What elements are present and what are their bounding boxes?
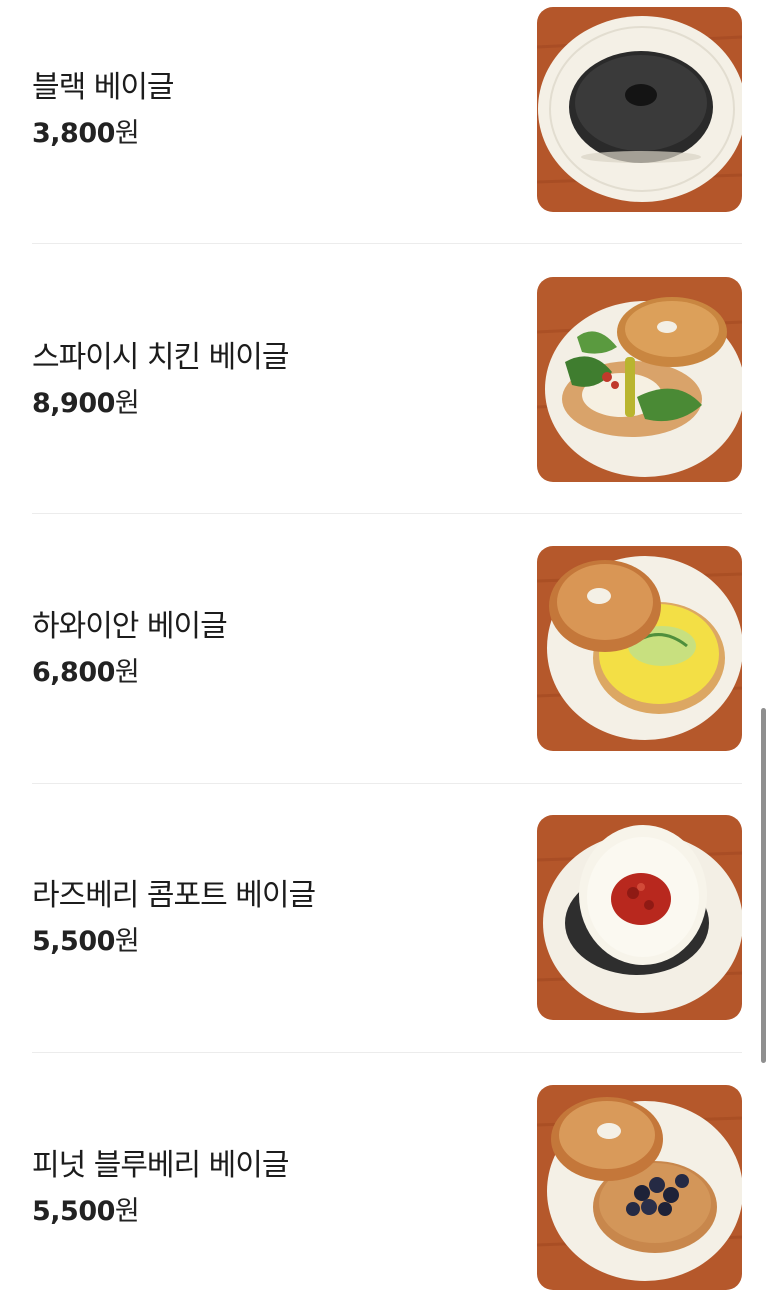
menu-item-name: 블랙 베이글 xyxy=(32,70,175,105)
price-value: 5,500 xyxy=(32,1196,115,1227)
peanut-blueberry-bagel-image xyxy=(537,1085,742,1290)
scrollbar[interactable] xyxy=(761,708,766,1063)
menu-item-name: 하와이안 베이글 xyxy=(32,609,228,644)
menu-item-text: 스파이시 치킨 베이글 8,900원 xyxy=(32,338,512,422)
peanut-blueberry-bagel-photo[interactable] xyxy=(537,1085,742,1290)
price-currency: 원 xyxy=(114,1196,140,1227)
price-currency: 원 xyxy=(114,657,140,688)
menu-item-text: 라즈베리 콤포트 베이글 5,500원 xyxy=(32,876,512,960)
price-currency: 원 xyxy=(114,388,140,419)
menu-item-name: 피넛 블루베리 베이글 xyxy=(32,1148,289,1183)
price-currency: 원 xyxy=(114,118,140,149)
raspberry-compote-bagel-image xyxy=(537,815,742,1020)
menu-item-price: 8,900원 xyxy=(32,386,512,422)
menu-item-black-bagel[interactable]: 블랙 베이글 3,800원 xyxy=(32,7,742,213)
menu-item-text: 하와이안 베이글 6,800원 xyxy=(32,607,512,691)
price-value: 6,800 xyxy=(32,657,115,688)
black-bagel-photo[interactable] xyxy=(537,7,742,212)
menu-item-name: 라즈베리 콤포트 베이글 xyxy=(32,878,316,913)
price-value: 8,900 xyxy=(32,388,115,419)
spicy-chicken-bagel-photo[interactable] xyxy=(537,277,742,482)
menu-item-price: 6,800원 xyxy=(32,655,512,691)
hawaiian-bagel-image xyxy=(537,546,742,751)
divider xyxy=(32,1052,742,1053)
raspberry-compote-bagel-photo[interactable] xyxy=(537,815,742,1020)
menu-item-hawaiian-bagel[interactable]: 하와이안 베이글 6,800원 xyxy=(32,546,742,752)
menu-item-text: 블랙 베이글 3,800원 xyxy=(32,68,512,152)
menu-item-price: 5,500원 xyxy=(32,924,512,960)
menu-item-price: 5,500원 xyxy=(32,1194,512,1230)
menu-item-name: 스파이시 치킨 베이글 xyxy=(32,340,289,375)
divider xyxy=(32,783,742,784)
divider xyxy=(32,243,742,244)
price-value: 5,500 xyxy=(32,926,115,957)
black-bagel-image xyxy=(537,7,742,212)
menu-item-raspberry-compote-bagel[interactable]: 라즈베리 콤포트 베이글 5,500원 xyxy=(32,815,742,1021)
menu-item-text: 피넛 블루베리 베이글 5,500원 xyxy=(32,1146,512,1230)
price-value: 3,800 xyxy=(32,118,115,149)
hawaiian-bagel-photo[interactable] xyxy=(537,546,742,751)
spicy-chicken-bagel-image xyxy=(537,277,742,482)
menu-item-spicy-chicken-bagel[interactable]: 스파이시 치킨 베이글 8,900원 xyxy=(32,277,742,483)
price-currency: 원 xyxy=(114,926,140,957)
menu-item-price: 3,800원 xyxy=(32,116,512,152)
divider xyxy=(32,513,742,514)
menu-item-peanut-blueberry-bagel[interactable]: 피넛 블루베리 베이글 5,500원 xyxy=(32,1085,742,1291)
